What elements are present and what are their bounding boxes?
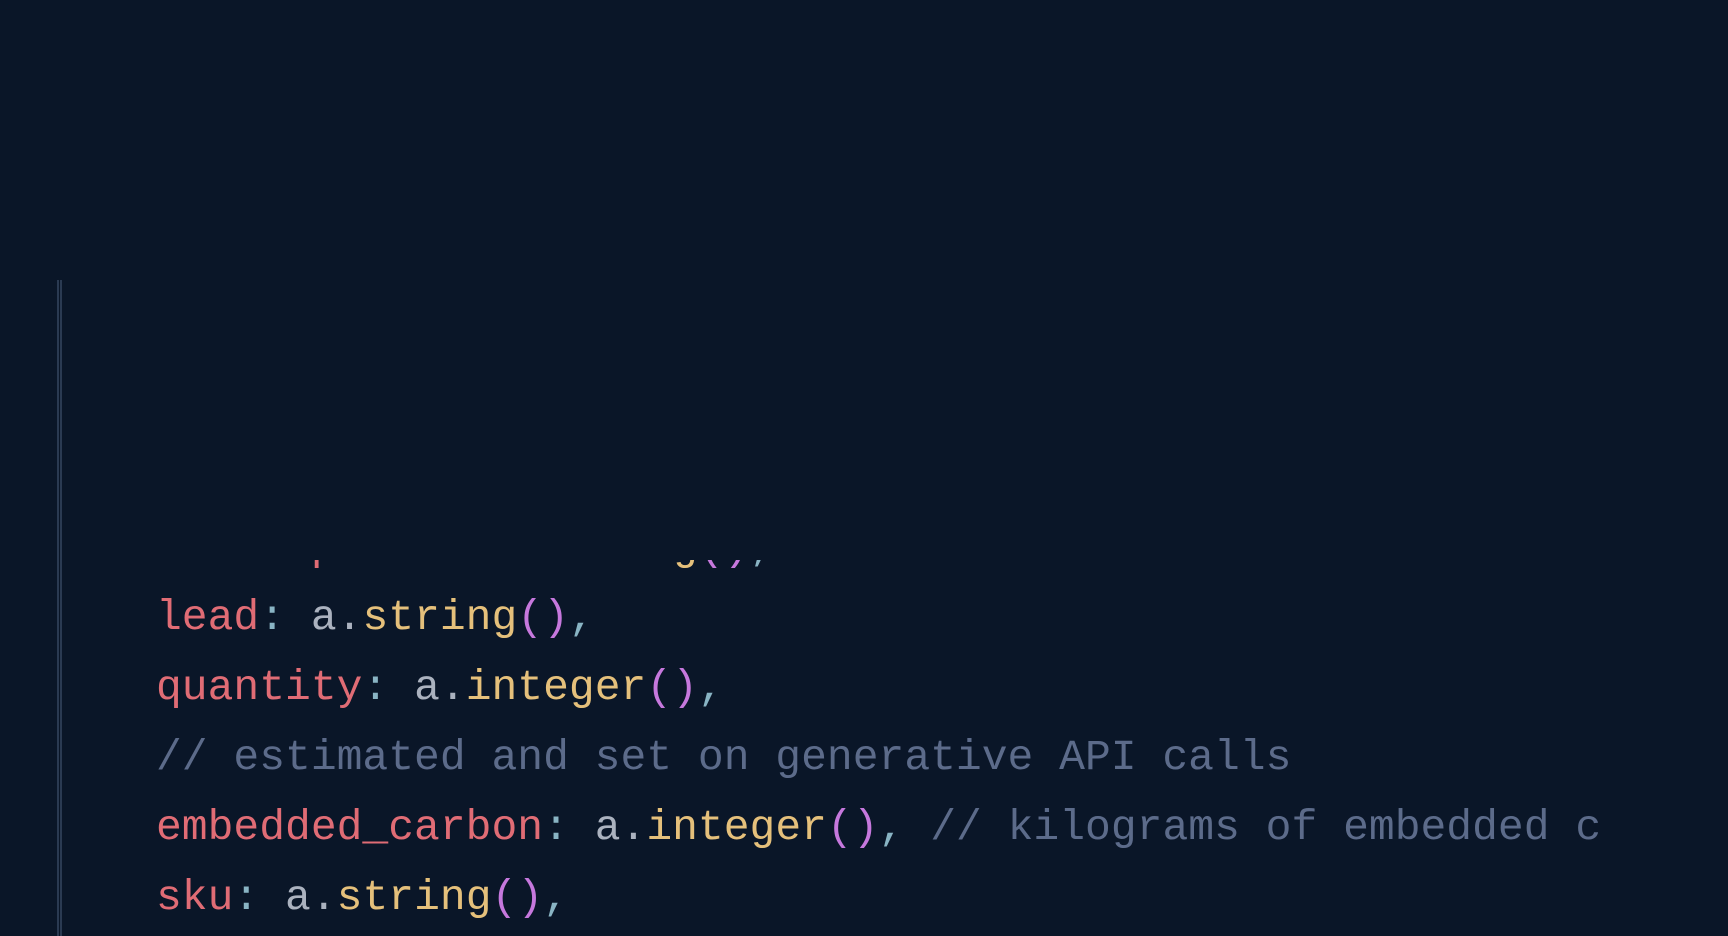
property-key: sku bbox=[156, 873, 233, 922]
code-line: // estimated and set on generative API c… bbox=[156, 723, 1728, 793]
object-ident: a bbox=[491, 560, 517, 572]
method-name: integer bbox=[646, 803, 827, 852]
property-key: lead bbox=[156, 593, 259, 642]
code-line: description: a.string(), bbox=[156, 560, 1728, 583]
method-name: string bbox=[543, 560, 698, 572]
code-block: description: a.string(),lead: a.string()… bbox=[0, 560, 1728, 936]
method-name: string bbox=[362, 593, 517, 642]
object-ident: a bbox=[595, 803, 621, 852]
method-name: integer bbox=[466, 663, 647, 712]
code-line: lead: a.string(), bbox=[156, 583, 1728, 653]
method-name: string bbox=[337, 873, 492, 922]
code-line: embedded_carbon: a.integer(), // kilogra… bbox=[156, 793, 1728, 863]
object-ident: a bbox=[285, 873, 311, 922]
property-key: embedded_carbon bbox=[156, 803, 543, 852]
object-ident: a bbox=[414, 663, 440, 712]
property-key: quantity bbox=[156, 663, 362, 712]
comment: // estimated and set on generative API c… bbox=[156, 733, 1291, 782]
code-line: quantity: a.integer(), bbox=[156, 653, 1728, 723]
code-editor[interactable]: description: a.string(),lead: a.string()… bbox=[0, 280, 1728, 936]
property-key: description bbox=[156, 560, 440, 572]
code-line: sku: a.string(), bbox=[156, 863, 1728, 933]
object-ident: a bbox=[311, 593, 337, 642]
comment: // kilograms of embedded c bbox=[930, 803, 1601, 852]
